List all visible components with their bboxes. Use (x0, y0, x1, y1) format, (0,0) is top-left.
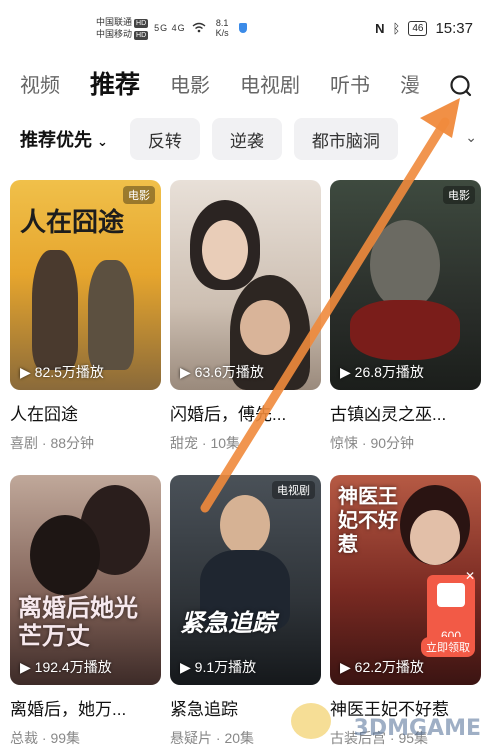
tab-recommend[interactable]: 推荐 (90, 65, 140, 101)
search-icon (450, 75, 472, 97)
wifi-icon (192, 22, 206, 35)
shield-icon (238, 23, 247, 33)
poster-image: 电影 ▶ 26.8万播放 (330, 180, 481, 390)
card-title: 闪婚后，傅先... (170, 405, 287, 424)
clock: 15:37 (435, 19, 473, 37)
carrier-1: 中国联通 (96, 17, 133, 27)
card-meta: 总裁 · 99集 (10, 730, 81, 746)
claim-button[interactable]: 立即领取 (421, 637, 475, 657)
poster-image: 神医王妃不好惹 600 立即领取 ✕ ▶ 62.2万播放 (330, 475, 481, 685)
type-badge: 电影 (123, 186, 155, 204)
nfc-icon: N (375, 20, 385, 36)
bluetooth-icon: ᛒ (392, 20, 401, 36)
watermark-logo (291, 703, 331, 739)
card-title: 离婚后，她万... (10, 700, 127, 719)
poster-image: ▶ 63.6万播放 (170, 180, 321, 390)
video-card[interactable]: 人在囧途 电影 ▶ 82.5万播放 人在囧途 喜剧 · 88分钟 (10, 180, 161, 453)
expand-filters-icon[interactable]: ⌄ (465, 129, 477, 146)
card-meta: 喜剧 · 88分钟 (10, 435, 95, 451)
carrier-2: 中国移动 (96, 29, 133, 39)
filter-chip-urban[interactable]: 都市脑洞 (293, 118, 398, 160)
tabs-fade (409, 58, 449, 108)
play-count: ▶ 192.4万播放 (20, 659, 112, 675)
tab-tv-series[interactable]: 电视剧 (240, 69, 300, 98)
category-tabs: 视频 推荐 电影 电视剧 听书 漫 (0, 58, 489, 108)
poster-image: 离婚后她光芒万丈 ▶ 192.4万播放 (10, 475, 161, 685)
tab-video[interactable]: 视频 (20, 69, 60, 98)
play-count: ▶ 9.1万播放 (180, 659, 257, 675)
play-count: ▶ 62.2万播放 (340, 659, 424, 675)
type-badge: 电视剧 (272, 481, 315, 499)
watermark-text: 3DMGAME (353, 716, 481, 741)
filter-bar: 推荐优先 ⌄ 反转 逆袭 都市脑洞 ⌄ (0, 117, 489, 161)
video-card[interactable]: ▶ 63.6万播放 闪婚后，傅先... 甜宠 · 10集 (170, 180, 321, 453)
type-badge: 电影 (443, 186, 475, 204)
tab-audiobook[interactable]: 听书 (330, 69, 370, 98)
video-card[interactable]: 离婚后她光芒万丈 ▶ 192.4万播放 离婚后，她万... 总裁 · 99集 (10, 475, 161, 748)
play-count: ▶ 26.8万播放 (340, 364, 424, 380)
red-packet-icon (437, 583, 465, 607)
play-count: ▶ 82.5万播放 (20, 364, 104, 380)
card-meta: 甜宠 · 10集 (170, 435, 241, 451)
sort-dropdown[interactable]: 推荐优先 ⌄ (20, 126, 108, 152)
card-title: 古镇凶灵之巫... (330, 405, 447, 424)
search-button[interactable] (447, 72, 475, 100)
video-card[interactable]: 电影 ▶ 26.8万播放 古镇凶灵之巫... 惊悚 · 90分钟 (330, 180, 481, 453)
card-meta: 惊悚 · 90分钟 (330, 435, 415, 451)
poster-image: 紧急追踪 电视剧 ▶ 9.1万播放 (170, 475, 321, 685)
net-speed: 8.1 K/s (215, 18, 229, 38)
tab-movie[interactable]: 电影 (170, 69, 210, 98)
card-title: 人在囧途 (10, 405, 78, 424)
close-icon[interactable]: ✕ (465, 569, 475, 583)
filter-chip-reversal[interactable]: 反转 (129, 118, 200, 160)
play-count: ▶ 63.6万播放 (180, 364, 264, 380)
chevron-down-icon: ⌄ (97, 134, 108, 149)
status-bar: 中国联通 HD 中国移动 HD 5G 4G 8.1 K/s N ᛒ 46 15:37 (0, 0, 489, 56)
carrier-info: 中国联通 HD 中国移动 HD (96, 17, 149, 40)
video-card[interactable]: 神医王妃不好惹 600 立即领取 ✕ ▶ 62.2万播放 神医王妃不好惹 古装后… (330, 475, 481, 748)
signal-icon: 5G 4G (154, 23, 186, 33)
battery-icon: 46 (408, 20, 428, 36)
filter-chip-comeback[interactable]: 逆袭 (211, 118, 282, 160)
poster-image: 人在囧途 电影 ▶ 82.5万播放 (10, 180, 161, 390)
